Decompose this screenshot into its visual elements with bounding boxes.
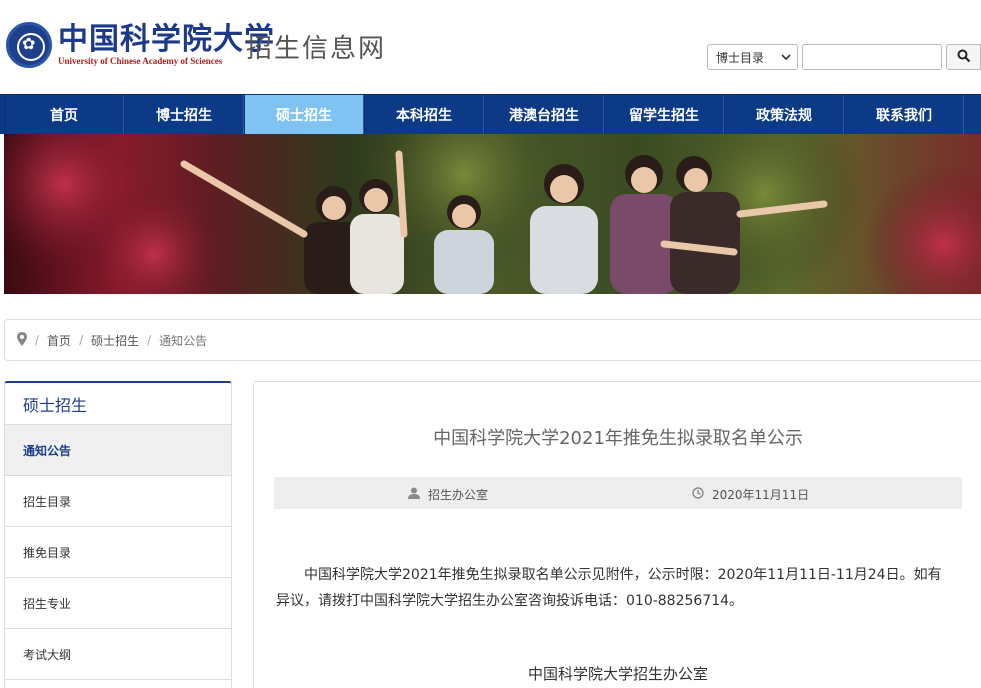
- user-icon: [408, 487, 428, 502]
- nav-item-undergraduate[interactable]: 本科招生: [364, 95, 484, 135]
- location-pin-icon: [17, 331, 27, 349]
- logo-en-text: University of Chinese Academy of Science…: [58, 55, 223, 66]
- nav-item-contact[interactable]: 联系我们: [844, 95, 964, 135]
- site-name: 招生信息网: [246, 34, 387, 64]
- search-button[interactable]: [946, 44, 981, 70]
- article-body: 中国科学院大学2021年推免生拟录取名单公示见附件，公示时限：2020年11月1…: [276, 567, 942, 609]
- search-scope-value: 博士目录: [716, 50, 765, 65]
- sidebar-item-exam-syllabus[interactable]: 考试大纲: [5, 629, 231, 680]
- sidebar-title: 硕士招生: [5, 383, 231, 425]
- sidebar-item-notices[interactable]: 通知公告: [5, 425, 231, 476]
- article-date: 2020年11月11日: [712, 488, 810, 502]
- nav-item-master[interactable]: 硕士招生: [244, 95, 364, 135]
- breadcrumb: / 首页 / 硕士招生 / 通知公告: [4, 319, 981, 361]
- nav-item-doctoral[interactable]: 博士招生: [124, 95, 244, 135]
- banner-students-photo: [4, 134, 981, 294]
- article-meta: 招生办公室 2020年11月11日: [274, 477, 962, 509]
- nav-item-international[interactable]: 留学生招生: [604, 95, 724, 135]
- breadcrumb-home[interactable]: 首页: [47, 332, 71, 349]
- sidebar-item-catalog[interactable]: 招生目录: [5, 476, 231, 527]
- article-title: 中国科学院大学2021年推免生拟录取名单公示: [433, 428, 803, 449]
- article-author: 招生办公室: [428, 488, 489, 502]
- site-header: 中国科学院大学 University of Chinese Academy of…: [0, 0, 981, 94]
- clock-icon: [692, 487, 712, 502]
- article-signature: 中国科学院大学招生办公室: [527, 665, 708, 683]
- breadcrumb-current: 通知公告: [159, 333, 208, 348]
- logo[interactable]: 中国科学院大学 University of Chinese Academy of…: [6, 22, 275, 68]
- nav-item-policy[interactable]: 政策法规: [724, 95, 844, 135]
- chevron-down-icon: [781, 50, 791, 64]
- search-scope-select[interactable]: 博士目录: [707, 44, 798, 70]
- article-panel: 中国科学院大学2021年推免生拟录取名单公示 招生办公室 2020年11月11日…: [253, 381, 981, 688]
- breadcrumb-master[interactable]: 硕士招生: [91, 332, 139, 349]
- sidebar-item-majors[interactable]: 招生专业: [5, 578, 231, 629]
- sidebar: 硕士招生 通知公告 招生目录 推免目录 招生专业 考试大纲: [4, 381, 232, 688]
- nav-item-home[interactable]: 首页: [4, 95, 124, 135]
- main-nav: 首页 博士招生 硕士招生 本科招生 港澳台招生 留学生招生 政策法规 联系我们: [0, 94, 981, 135]
- search-icon: [957, 48, 971, 67]
- logo-cn-text: 中国科学院大学: [58, 21, 275, 57]
- university-seal-icon: [6, 22, 52, 68]
- nav-item-hk-macau-taiwan[interactable]: 港澳台招生: [484, 95, 604, 135]
- sidebar-item-recommended-catalog[interactable]: 推免目录: [5, 527, 231, 578]
- search-input[interactable]: [802, 44, 942, 70]
- banner-image: [4, 134, 981, 294]
